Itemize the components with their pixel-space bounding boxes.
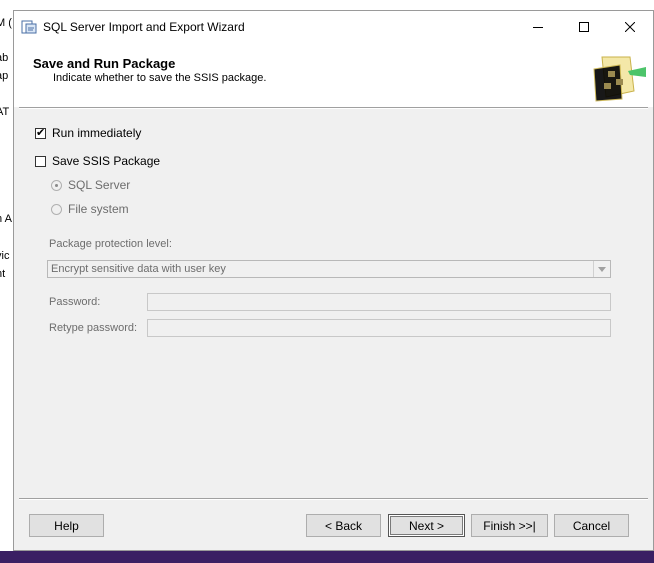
close-icon (625, 22, 635, 32)
password-label: Password: (49, 296, 101, 308)
protection-level-label: Package protection level: (49, 238, 172, 250)
checkbox-box[interactable]: ✔ (35, 126, 46, 139)
maximize-button[interactable] (561, 11, 607, 43)
minimize-button[interactable] (515, 11, 561, 43)
retype-password-label: Retype password: (49, 322, 138, 334)
file-system-radio[interactable]: File system (51, 202, 129, 216)
run-immediately-checkbox[interactable]: ✔ Run immediately (35, 126, 141, 140)
title-bar[interactable]: SQL Server Import and Export Wizard (14, 11, 653, 43)
background-text: nt (0, 268, 6, 280)
taskbar (0, 551, 654, 563)
chevron-down-icon[interactable] (593, 261, 610, 277)
maximize-icon (579, 22, 589, 32)
page-subtitle: Indicate whether to save the SSIS packag… (53, 72, 267, 84)
background-text: AT (0, 106, 10, 118)
page-title: Save and Run Package (33, 56, 176, 71)
save-ssis-package-checkbox[interactable]: Save SSIS Package (35, 154, 160, 168)
background-text: vic (0, 250, 10, 262)
footer-divider (19, 498, 648, 500)
minimize-icon (533, 27, 543, 28)
checkbox-box[interactable] (35, 155, 46, 167)
check-icon: ✔ (36, 126, 46, 139)
background-text: ap (0, 70, 9, 82)
close-button[interactable] (607, 11, 653, 43)
background-window: M ( ab ap AT n A vic nt (0, 0, 14, 563)
run-immediately-label: Run immediately (52, 126, 142, 140)
page-header: Save and Run Package Indicate whether to… (14, 43, 653, 107)
radio-dot[interactable] (51, 203, 62, 215)
background-text: M ( (0, 17, 12, 29)
protection-level-dropdown[interactable]: Encrypt sensitive data with user key (47, 260, 611, 278)
finish-button[interactable]: Finish >>| (471, 514, 548, 537)
background-text: n A (0, 213, 12, 225)
back-button[interactable]: < Back (306, 514, 381, 537)
next-button[interactable]: Next > (388, 514, 465, 537)
protection-level-value: Encrypt sensitive data with user key (51, 263, 226, 275)
sql-server-radio[interactable]: SQL Server (51, 178, 130, 192)
password-field[interactable] (147, 293, 611, 311)
background-strip (0, 0, 654, 10)
radio-dot[interactable] (51, 179, 62, 191)
wizard-app-icon (21, 20, 37, 34)
wizard-window: SQL Server Import and Export Wizard Save… (13, 10, 654, 551)
header-divider (19, 107, 648, 109)
file-system-label: File system (68, 202, 129, 216)
background-text: ab (0, 52, 9, 64)
package-icon (593, 56, 646, 102)
help-button[interactable]: Help (29, 514, 104, 537)
window-title: SQL Server Import and Export Wizard (43, 20, 245, 34)
cancel-button[interactable]: Cancel (554, 514, 629, 537)
sql-server-label: SQL Server (68, 178, 131, 192)
retype-password-field[interactable] (147, 319, 611, 337)
save-ssis-package-label: Save SSIS Package (52, 154, 161, 168)
